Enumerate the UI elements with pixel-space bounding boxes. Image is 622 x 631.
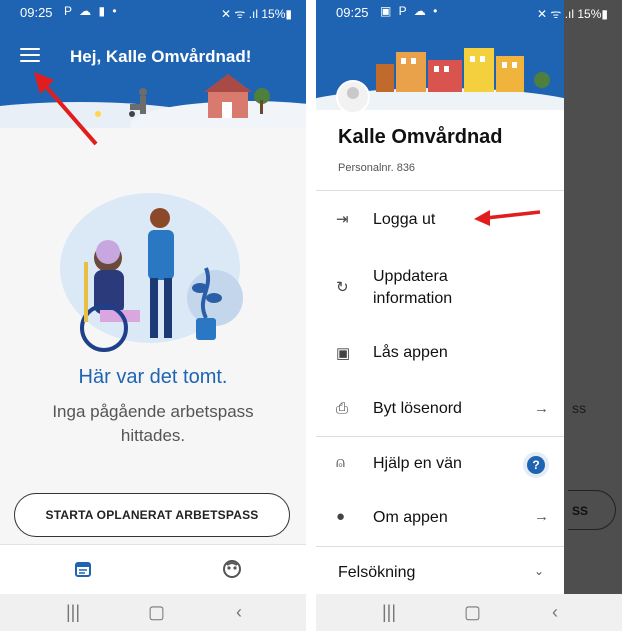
- navigation-drawer: Kalle Omvårdnad Personalnr. 836 ⇥ Logga …: [316, 0, 564, 594]
- status-notification-icons: ▣ P ☁ •: [380, 4, 440, 18]
- arrow-right-icon: →: [534, 400, 549, 417]
- drawer-divider: [316, 436, 564, 437]
- lock-icon: ▣: [336, 345, 351, 362]
- logout-icon: ⇥: [336, 211, 349, 228]
- left-screen: 09:25 P ☁ ▮ • ✕ ᯤ .ıl 15%▮ Hej, Kalle Om…: [0, 0, 306, 631]
- refresh-icon: ↻: [336, 279, 349, 296]
- right-screen: ss SS Kalle Omvårdnad Personalnr. 836 ⇥ …: [316, 0, 622, 631]
- user-name: Kalle Omvårdnad: [338, 126, 503, 148]
- system-navigation-bar: ||| ▢ ‹: [0, 594, 306, 631]
- main-content: Här var det tomt. Inga pågående arbetspa…: [0, 128, 306, 540]
- menu-item-label: Logga ut: [373, 211, 436, 228]
- system-navigation-bar: ||| ▢ ‹: [316, 594, 622, 631]
- calendar-icon[interactable]: [74, 560, 92, 578]
- personnel-number: Personalnr. 836: [338, 162, 416, 174]
- behind-button: SS: [568, 490, 616, 530]
- status-bar: 09:25 ▣ P ☁ • ✕ ᯤ .ıl 15%▮: [316, 0, 622, 24]
- menu-item-label: Lås appen: [373, 344, 448, 361]
- behind-text-1: ss: [572, 400, 586, 416]
- menu-item-label: Felsökning: [338, 564, 416, 581]
- status-system-icons: ✕ ᯤ .ıl 15%▮: [537, 7, 608, 21]
- menu-item-troubleshooting[interactable]: Felsökning ⌄: [316, 552, 564, 594]
- menu-item-about[interactable]: ● Om appen →: [316, 496, 564, 542]
- empty-illustration: [60, 193, 243, 352]
- hamburger-menu-icon[interactable]: [20, 48, 40, 64]
- status-time: 09:25: [336, 5, 369, 20]
- start-unplanned-shift-button[interactable]: STARTA OPLANERAT ARBETSPASS: [14, 493, 290, 537]
- drawer-divider: [316, 190, 564, 191]
- arrow-right-icon: →: [534, 508, 549, 525]
- status-bar: 09:25 P ☁ ▮ • ✕ ᯤ .ıl 15%▮: [0, 0, 306, 24]
- back-icon[interactable]: ‹: [552, 602, 558, 623]
- home-icon[interactable]: ▢: [464, 602, 481, 623]
- empty-state-title: Här var det tomt.: [78, 366, 228, 388]
- status-notification-icons: P ☁ ▮ •: [64, 4, 119, 18]
- home-icon[interactable]: ▢: [148, 602, 165, 623]
- empty-state-subtitle: Inga pågående arbetspass hittades.: [52, 402, 254, 445]
- avatar-icon[interactable]: [222, 559, 242, 579]
- menu-item-lock[interactable]: ▣ Lås appen: [316, 330, 564, 376]
- status-system-icons: ✕ ᯤ .ıl 15%▮: [221, 7, 292, 21]
- red-arrow-annotation: [474, 210, 541, 226]
- menu-item-change-password[interactable]: ⎙ Byt lösenord →: [316, 386, 564, 432]
- wifi-share-icon: ⍝: [336, 454, 346, 471]
- drawer-divider: [316, 546, 564, 547]
- recent-apps-icon[interactable]: |||: [66, 602, 80, 623]
- menu-item-update[interactable]: ↻ Uppdatera information: [316, 252, 564, 312]
- info-icon: ●: [336, 508, 346, 525]
- page-title: Hej, Kalle Omvårdnad!: [70, 47, 252, 66]
- status-time: 09:25: [20, 5, 53, 20]
- back-icon[interactable]: ‹: [236, 602, 242, 623]
- bottom-navigation: [0, 544, 306, 595]
- menu-item-label: Uppdatera information: [373, 268, 453, 307]
- menu-item-label: Byt lösenord: [373, 400, 462, 417]
- menu-item-label: Hjälp en vän: [373, 455, 462, 472]
- menu-item-label: Om appen: [373, 509, 448, 526]
- red-arrow-annotation: [34, 72, 98, 146]
- avatar: [336, 80, 370, 114]
- password-icon: ⎙: [336, 400, 349, 417]
- chevron-down-icon: ⌄: [534, 564, 545, 578]
- help-icon[interactable]: ?: [523, 452, 549, 478]
- recent-apps-icon[interactable]: |||: [382, 602, 396, 623]
